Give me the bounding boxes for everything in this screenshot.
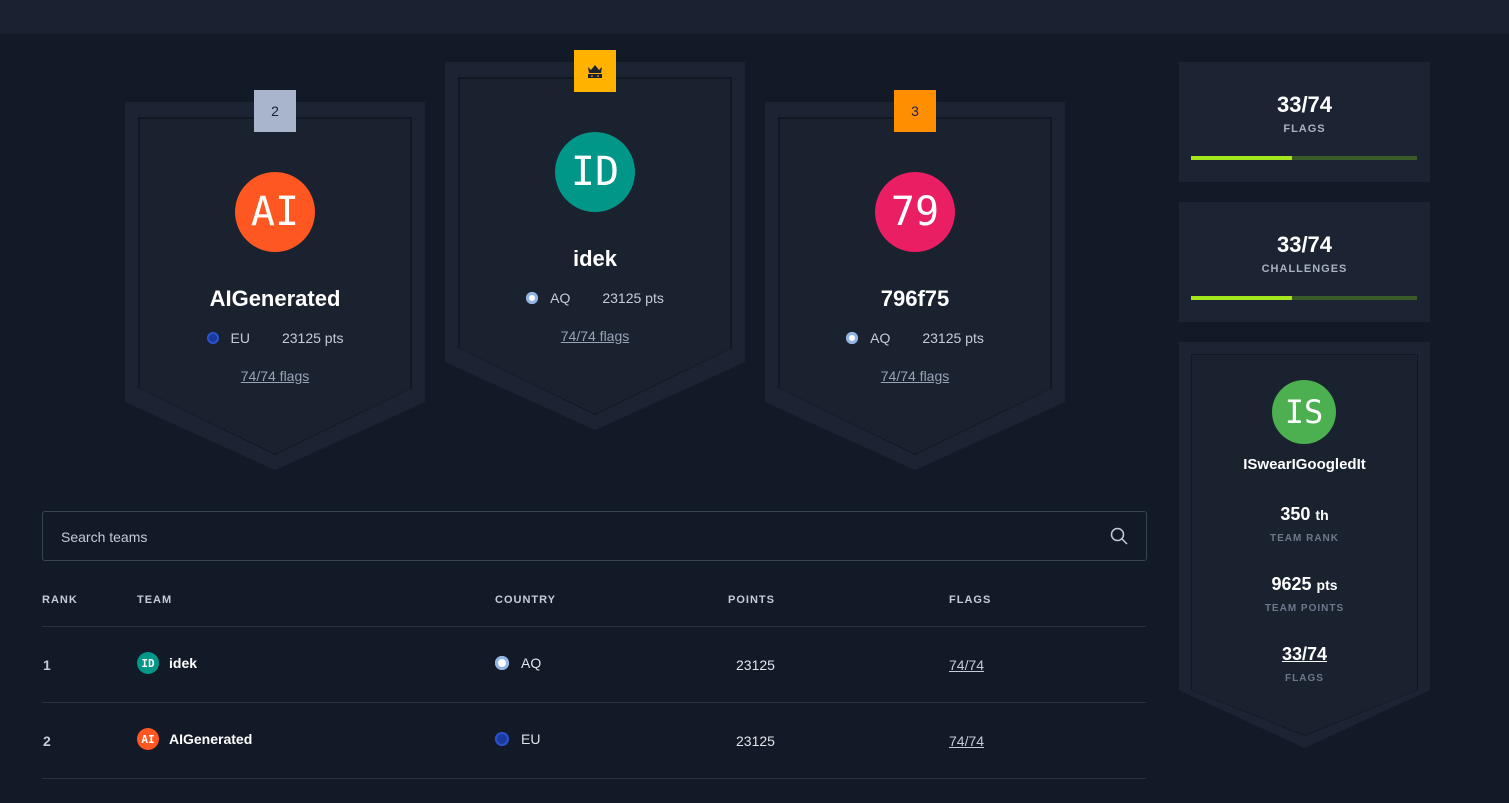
- avatar: AI: [235, 172, 315, 252]
- eu-flag-icon: [206, 332, 219, 344]
- team-country: AQ: [870, 330, 891, 346]
- row-points: 23125: [736, 657, 775, 673]
- team-name[interactable]: AIGenerated: [125, 286, 425, 312]
- row-country: EU: [495, 731, 540, 747]
- avatar: ID: [137, 652, 159, 674]
- avatar: AI: [137, 728, 159, 750]
- avatar: 79: [875, 172, 955, 252]
- flags-stat-panel: 33/74 FLAGS: [1179, 62, 1430, 182]
- challenges-progress-fill: [1191, 296, 1292, 300]
- flags-stat-label: FLAGS: [1283, 123, 1326, 135]
- team-name[interactable]: 796f75: [765, 286, 1065, 312]
- row-team-name[interactable]: idek: [169, 655, 197, 671]
- row-points: 23125: [736, 733, 775, 749]
- row-flags-link[interactable]: 74/74: [949, 733, 984, 749]
- aq-flag-icon: [846, 332, 859, 344]
- column-header-team[interactable]: TEAM: [137, 594, 172, 606]
- my-team-rank: 350 th: [1179, 504, 1430, 525]
- my-team-flags-label: FLAGS: [1285, 673, 1324, 684]
- flags-progress-bar: [1191, 156, 1417, 160]
- eu-flag-icon: [495, 732, 509, 746]
- row-rank: 1: [43, 657, 51, 673]
- row-flags-link[interactable]: 74/74: [949, 657, 984, 673]
- my-team-card[interactable]: IS ISwearIGoogledIt 350 th TEAM RANK 962…: [1179, 342, 1430, 748]
- divider: [42, 626, 1146, 627]
- podium-card-third[interactable]: 79 796f75 AQ 23125 pts 74/74 flags: [765, 102, 1065, 470]
- column-header-country[interactable]: COUNTRY: [495, 594, 556, 606]
- search-icon[interactable]: [1110, 527, 1128, 545]
- challenges-stat-panel: 33/74 CHALLENGES: [1179, 202, 1430, 322]
- divider: [42, 702, 1146, 703]
- aq-flag-icon: [526, 292, 539, 304]
- row-country: AQ: [495, 655, 541, 671]
- column-header-flags[interactable]: FLAGS: [949, 594, 991, 606]
- challenges-progress-bar: [1191, 296, 1417, 300]
- my-team-flags-link[interactable]: 33/74: [1179, 644, 1430, 665]
- search-box[interactable]: [42, 511, 1147, 562]
- column-header-rank[interactable]: RANK: [42, 594, 78, 606]
- team-points: 23125 pts: [602, 290, 664, 306]
- team-country: AQ: [550, 290, 571, 306]
- team-meta: EU 23125 pts: [125, 330, 425, 346]
- podium-card-first[interactable]: ID idek AQ 23125 pts 74/74 flags: [445, 62, 745, 430]
- row-country-code: EU: [521, 731, 541, 747]
- my-team-points: 9625 pts: [1179, 574, 1430, 595]
- my-team-rank-value: 350: [1280, 504, 1311, 524]
- row-team[interactable]: AI AIGenerated: [137, 728, 252, 750]
- my-team-points-suffix: pts: [1316, 577, 1338, 593]
- avatar: IS: [1272, 380, 1336, 444]
- team-meta: AQ 23125 pts: [765, 330, 1065, 346]
- podium-card-second[interactable]: AI AIGenerated EU 23125 pts 74/74 flags: [125, 102, 425, 470]
- team-meta: AQ 23125 pts: [445, 290, 745, 306]
- rank-badge-third: 3: [894, 90, 936, 132]
- my-team-points-value: 9625: [1271, 574, 1312, 594]
- row-team-name[interactable]: AIGenerated: [169, 731, 252, 747]
- search-input[interactable]: [59, 512, 1063, 562]
- team-points: 23125 pts: [281, 330, 344, 346]
- my-team-rank-label: TEAM RANK: [1270, 533, 1339, 544]
- rank-badge-first: [574, 50, 616, 92]
- row-country-code: AQ: [521, 655, 542, 671]
- row-team[interactable]: ID idek: [137, 652, 197, 674]
- rank-badge-second: 2: [254, 90, 296, 132]
- team-flags-link[interactable]: 74/74 flags: [125, 368, 425, 384]
- my-team-rank-suffix: th: [1315, 507, 1329, 523]
- flags-stat-value: 33/74: [1276, 92, 1333, 117]
- team-points: 23125 pts: [922, 330, 984, 346]
- team-flags-link[interactable]: 74/74 flags: [765, 368, 1065, 384]
- top-bar: [0, 0, 1509, 34]
- aq-flag-icon: [495, 656, 509, 670]
- challenges-stat-value: 33/74: [1276, 232, 1333, 257]
- flags-progress-fill: [1191, 156, 1292, 160]
- column-header-points[interactable]: POINTS: [728, 594, 775, 606]
- my-team-name[interactable]: ISwearIGoogledIt: [1179, 456, 1430, 473]
- my-team-points-label: TEAM POINTS: [1264, 603, 1345, 614]
- crown-icon: [588, 65, 602, 78]
- team-name[interactable]: idek: [445, 246, 745, 272]
- avatar: ID: [555, 132, 635, 212]
- row-rank: 2: [43, 733, 51, 749]
- team-country: EU: [230, 330, 250, 346]
- divider: [42, 778, 1146, 779]
- team-flags-link[interactable]: 74/74 flags: [445, 328, 745, 344]
- challenges-stat-label: CHALLENGES: [1261, 263, 1348, 275]
